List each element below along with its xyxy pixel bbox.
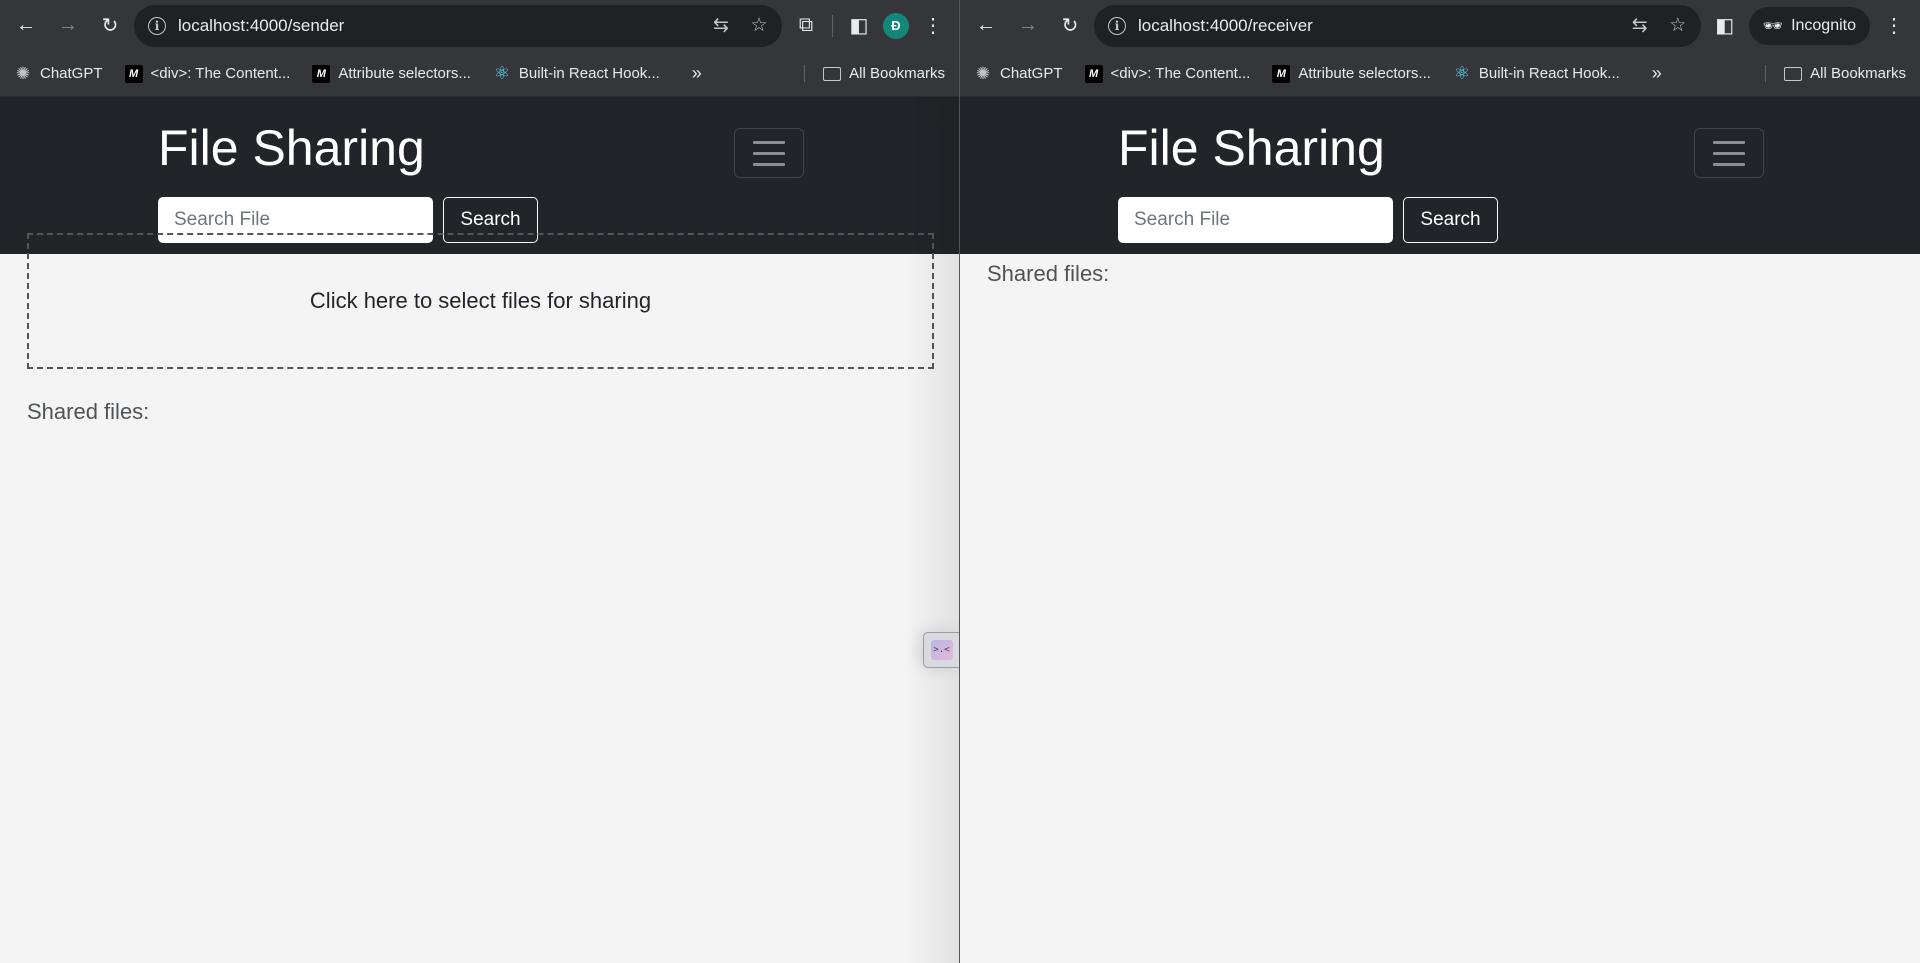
address-bar[interactable]: i localhost:4000/sender ⇆ ☆ bbox=[134, 4, 782, 47]
profile-avatar[interactable]: Đ bbox=[883, 12, 909, 39]
navbar-toggler[interactable] bbox=[734, 128, 804, 178]
bookmark-star-icon[interactable]: ☆ bbox=[1665, 14, 1691, 37]
bookmark-label: Built-in React Hook... bbox=[1478, 65, 1620, 82]
chatgpt-icon: ✺ bbox=[15, 63, 31, 83]
forward-icon[interactable]: → bbox=[50, 8, 86, 44]
translate-icon[interactable]: ⇆ bbox=[1627, 14, 1653, 37]
side-panel-icon[interactable]: ◧ bbox=[1707, 8, 1743, 44]
hamburger-icon bbox=[1713, 140, 1745, 144]
file-dropzone[interactable]: Click here to select files for sharing bbox=[27, 233, 934, 369]
hamburger-icon-bar bbox=[1713, 162, 1745, 166]
mdn-icon: M bbox=[1084, 64, 1103, 83]
address-bar[interactable]: i localhost:4000/receiver ⇆ ☆ bbox=[1094, 4, 1701, 47]
app-navbar: File Sharing Search bbox=[0, 97, 959, 254]
app-navbar: File Sharing Search bbox=[960, 97, 1920, 254]
hamburger-icon bbox=[753, 140, 785, 144]
toolbar-divider bbox=[832, 14, 833, 37]
site-info-icon[interactable]: i bbox=[1108, 16, 1126, 35]
bookmark-label: Attribute selectors... bbox=[1298, 65, 1431, 82]
app-brand[interactable]: File Sharing bbox=[158, 119, 425, 177]
menu-kebab-icon[interactable]: ⋮ bbox=[915, 8, 951, 44]
site-info-icon[interactable]: i bbox=[148, 16, 166, 35]
extensions-icon[interactable]: ⧉ bbox=[788, 8, 824, 44]
chevron-double-right-icon[interactable]: » bbox=[1652, 63, 1662, 84]
incognito-indicator[interactable]: 🕶 Incognito bbox=[1748, 6, 1870, 45]
bookmark-label: ChatGPT bbox=[1000, 65, 1063, 82]
dropzone-text: Click here to select files for sharing bbox=[309, 288, 652, 313]
screen: ← → ↻ i localhost:4000/sender ⇆ ☆ ⧉ ◧ Đ … bbox=[0, 0, 1920, 963]
sender-window: ← → ↻ i localhost:4000/sender ⇆ ☆ ⧉ ◧ Đ … bbox=[0, 0, 960, 963]
all-bookmarks[interactable]: All Bookmarks bbox=[804, 65, 945, 82]
incognito-icon: 🕶 bbox=[1762, 17, 1784, 35]
forward-icon[interactable]: → bbox=[1010, 8, 1046, 44]
bookmarks-bar: ✺ ChatGPT M <div>: The Content... M Attr… bbox=[0, 51, 959, 97]
mdn-icon: M bbox=[1272, 64, 1291, 83]
mdn-icon: M bbox=[312, 64, 331, 83]
react-icon: ⚛ bbox=[1453, 63, 1470, 83]
browser-toolbar: ← → ↻ i localhost:4000/receiver ⇆ ☆ ◧ 🕶 … bbox=[960, 0, 1920, 51]
extension-face-icon: >.< bbox=[930, 640, 953, 660]
app-brand[interactable]: File Sharing bbox=[1118, 119, 1385, 177]
reload-icon[interactable]: ↻ bbox=[1052, 8, 1088, 44]
bookmark-label: ChatGPT bbox=[40, 65, 103, 82]
all-bookmarks[interactable]: All Bookmarks bbox=[1765, 65, 1906, 82]
bookmark-mdn-attr[interactable]: M Attribute selectors... bbox=[312, 64, 471, 83]
chevron-double-right-icon[interactable]: » bbox=[692, 63, 702, 84]
bookmark-label: <div>: The Content... bbox=[1110, 65, 1251, 82]
folder-icon bbox=[823, 66, 842, 81]
browser-toolbar: ← → ↻ i localhost:4000/sender ⇆ ☆ ⧉ ◧ Đ … bbox=[0, 0, 959, 51]
bookmark-label: Built-in React Hook... bbox=[518, 65, 660, 82]
hamburger-icon-bar bbox=[1713, 151, 1745, 155]
bookmark-mdn-div[interactable]: M <div>: The Content... bbox=[1084, 64, 1251, 83]
bookmark-mdn-div[interactable]: M <div>: The Content... bbox=[124, 64, 291, 83]
bookmarks-bar: ✺ ChatGPT M <div>: The Content... M Attr… bbox=[960, 51, 1920, 97]
reload-icon[interactable]: ↻ bbox=[92, 8, 128, 44]
shared-files-label: Shared files: bbox=[27, 399, 150, 424]
bookmark-chatgpt[interactable]: ✺ ChatGPT bbox=[14, 63, 103, 83]
hamburger-icon-bar bbox=[753, 151, 785, 155]
bookmark-label: <div>: The Content... bbox=[150, 65, 291, 82]
bookmark-mdn-attr[interactable]: M Attribute selectors... bbox=[1272, 64, 1431, 83]
receiver-window: ← → ↻ i localhost:4000/receiver ⇆ ☆ ◧ 🕶 … bbox=[960, 0, 1920, 963]
chatgpt-icon: ✺ bbox=[975, 63, 991, 83]
mdn-icon: M bbox=[124, 64, 143, 83]
search-input[interactable] bbox=[1118, 197, 1393, 243]
hamburger-icon-bar bbox=[753, 162, 785, 166]
bookmark-chatgpt[interactable]: ✺ ChatGPT bbox=[974, 63, 1063, 83]
all-bookmarks-label: All Bookmarks bbox=[849, 65, 945, 82]
bookmark-react[interactable]: ⚛ Built-in React Hook... bbox=[1453, 63, 1620, 83]
shared-files-label: Shared files: bbox=[987, 261, 1110, 286]
bookmark-star-icon[interactable]: ☆ bbox=[746, 14, 772, 37]
incognito-label: Incognito bbox=[1791, 16, 1856, 34]
url-text[interactable]: localhost:4000/receiver bbox=[1138, 16, 1615, 36]
back-icon[interactable]: ← bbox=[8, 8, 44, 44]
search-button[interactable]: Search bbox=[1403, 197, 1498, 243]
back-icon[interactable]: ← bbox=[968, 8, 1004, 44]
react-icon: ⚛ bbox=[493, 63, 510, 83]
url-text[interactable]: localhost:4000/sender bbox=[178, 16, 696, 36]
folder-icon bbox=[1784, 66, 1803, 81]
side-panel-icon[interactable]: ◧ bbox=[841, 8, 877, 44]
menu-kebab-icon[interactable]: ⋮ bbox=[1876, 8, 1912, 44]
bookmark-label: Attribute selectors... bbox=[338, 65, 471, 82]
bookmark-react[interactable]: ⚛ Built-in React Hook... bbox=[493, 63, 660, 83]
translate-icon[interactable]: ⇆ bbox=[708, 14, 734, 37]
navbar-toggler[interactable] bbox=[1694, 128, 1764, 178]
all-bookmarks-label: All Bookmarks bbox=[1810, 65, 1906, 82]
extension-side-tab[interactable]: >.< bbox=[923, 632, 959, 668]
